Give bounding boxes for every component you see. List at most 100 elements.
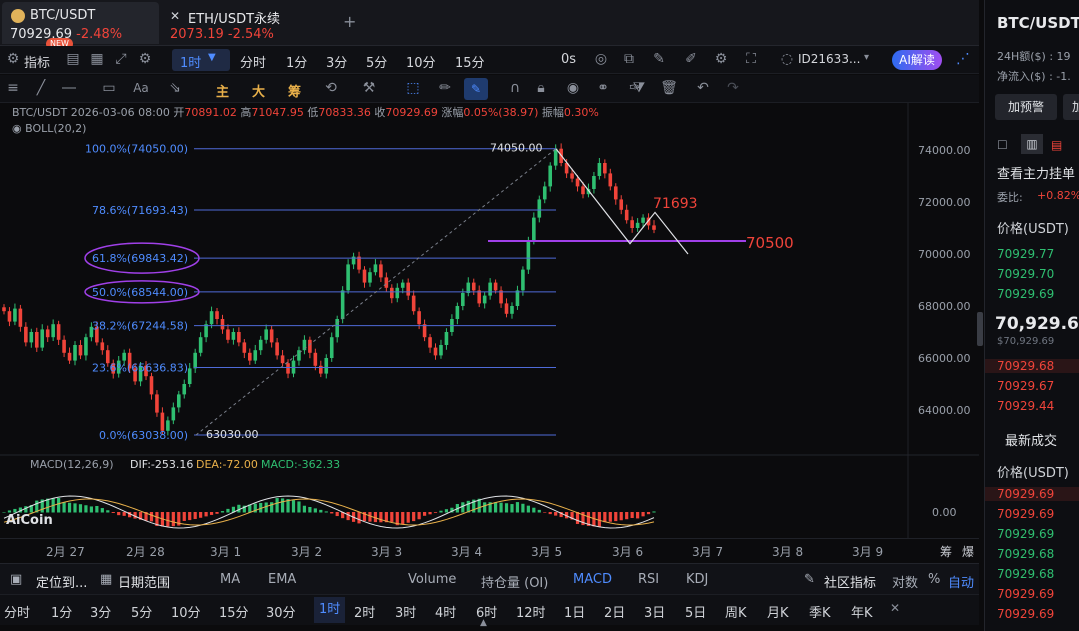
settings-icon[interactable]: ⚙	[712, 50, 730, 68]
arrow-tool-icon[interactable]: ⇘	[166, 79, 184, 97]
timeframe-option[interactable]: 5日	[685, 602, 706, 621]
bid-row[interactable]: 70929.44	[997, 399, 1054, 413]
timeframe-option[interactable]: 分时	[4, 602, 30, 621]
list-icon[interactable]: ≡	[4, 79, 22, 97]
ask-row[interactable]: 70929.77	[997, 247, 1054, 261]
ask-row[interactable]: 70929.70	[997, 267, 1054, 281]
auto-scale-toggle[interactable]: 自动	[948, 572, 974, 591]
text-tool-icon[interactable]: Aa	[132, 79, 150, 97]
timeframe-option[interactable]: 10分	[171, 602, 201, 621]
interval-select[interactable]: 1时 ▼	[172, 49, 230, 71]
sub-ind-oi[interactable]: 持仓量 (OI)	[481, 572, 548, 591]
axis-tool-button[interactable]: 筹	[940, 543, 952, 560]
timeframe-option[interactable]: 1日	[564, 602, 585, 621]
add-button[interactable]: 加	[1063, 94, 1079, 120]
horizontal-line-icon[interactable]: ―	[60, 79, 78, 97]
camera-icon[interactable]: ◎	[592, 50, 610, 68]
timeframe-option[interactable]: 30分	[266, 602, 296, 621]
sub-ind-kdj[interactable]: KDJ	[686, 572, 708, 587]
community-icon[interactable]: ✎	[804, 572, 815, 587]
interval-option[interactable]: 3分	[326, 52, 347, 71]
eye-icon[interactable]: ◉	[564, 79, 582, 97]
layout-icon[interactable]: ▤	[64, 50, 82, 68]
collapse-handle-icon[interactable]: ▲	[480, 618, 494, 628]
signal-icon[interactable]: ⟲	[322, 79, 340, 97]
share-image-icon[interactable]: ⧉	[620, 50, 638, 68]
chevron-down-icon[interactable]: ▾	[864, 52, 869, 63]
main-ind-ma[interactable]: MA	[220, 572, 240, 587]
chips-button[interactable]: 筹	[288, 81, 301, 100]
close-icon[interactable]: ✕	[890, 601, 900, 615]
timeframe-option[interactable]: 15分	[219, 602, 249, 621]
timeframe-option[interactable]: 月K	[767, 602, 789, 621]
brush-icon[interactable]: ✐	[682, 50, 700, 68]
indicator-icon[interactable]: ⚙	[4, 50, 22, 68]
interval-option[interactable]: 0s	[561, 52, 576, 67]
trade-row[interactable]: 70929.69	[997, 527, 1054, 541]
main-force-button[interactable]: 主	[216, 81, 229, 100]
timeframe-option[interactable]: 3时	[395, 602, 416, 621]
orderbook-title[interactable]: 查看主力挂单	[997, 163, 1075, 182]
magnet-icon[interactable]: ∩	[506, 79, 524, 97]
add-alert-button[interactable]: 加预警	[995, 94, 1057, 120]
fullscreen-icon[interactable]: ⛶	[742, 50, 760, 68]
lock-icon[interactable]: 🔒︎	[532, 79, 550, 97]
account-id[interactable]: ID21633...	[798, 52, 860, 66]
timeframe-option[interactable]: 12时	[516, 602, 546, 621]
ask-row[interactable]: 70929.69	[997, 287, 1054, 301]
expand-icon[interactable]: ⤢	[112, 50, 130, 68]
undo-icon[interactable]: ↶	[694, 79, 712, 97]
bid-row[interactable]: 70929.68	[985, 359, 1079, 373]
timeframe-option[interactable]: 5分	[131, 602, 152, 621]
interval-option[interactable]: 1分	[286, 52, 307, 71]
trade-row[interactable]: 70929.69	[997, 607, 1054, 621]
locate-icon[interactable]: ▣	[10, 572, 22, 587]
sell-layout-icon[interactable]: ▤	[1051, 138, 1062, 152]
panel-resize-handle[interactable]	[977, 312, 983, 346]
large-order-button[interactable]: 大	[252, 81, 265, 100]
indicators-button[interactable]: 指标	[24, 52, 50, 71]
sub-ind-macd[interactable]: MACD	[573, 572, 612, 587]
cursor-icon[interactable]: ⬚	[404, 79, 422, 97]
settings-icon[interactable]: ⚙	[136, 50, 154, 68]
add-tab-icon[interactable]: +	[343, 12, 356, 31]
bid-row[interactable]: 70929.67	[997, 379, 1054, 393]
date-range-button[interactable]: 日期范围	[118, 572, 170, 591]
timeframe-option[interactable]: 2时	[354, 602, 375, 621]
tool-icon[interactable]: ⚒	[360, 79, 378, 97]
log-scale-toggle[interactable]: 对数	[892, 572, 918, 591]
trade-row[interactable]: 70929.68	[997, 567, 1054, 581]
timeframe-option[interactable]: 1时	[314, 597, 346, 623]
ai-analysis-button[interactable]: AI解读	[892, 50, 942, 70]
timeframe-option[interactable]: 3分	[90, 602, 111, 621]
timeframe-option[interactable]: 1分	[51, 602, 72, 621]
tab-eth-usdt[interactable]: ✕ ETH/USDT永续 2073.19 -2.54%	[166, 2, 326, 44]
trash-icon[interactable]: 🗑︎	[660, 79, 678, 97]
draw-tool-active[interactable]: ✎	[464, 78, 488, 100]
trade-row[interactable]: 70929.68	[997, 547, 1054, 561]
community-indicators[interactable]: 社区指标	[824, 572, 876, 591]
trade-row[interactable]: 70929.69	[997, 587, 1054, 601]
timeframe-option[interactable]: 3日	[644, 602, 665, 621]
timeframe-option[interactable]: 季K	[809, 602, 831, 621]
interval-option[interactable]: 10分	[406, 52, 436, 71]
sub-ind-rsi[interactable]: RSI	[638, 572, 659, 587]
close-icon[interactable]: ✕	[170, 9, 180, 23]
sub-ind-volume[interactable]: Volume	[408, 572, 456, 587]
interval-option[interactable]: 分时	[240, 52, 266, 71]
filter-icon[interactable]: ⧩	[630, 79, 648, 97]
grid-icon[interactable]: ▦	[88, 50, 106, 68]
percent-toggle[interactable]: %	[928, 572, 940, 587]
pen-icon[interactable]: ✎	[650, 50, 668, 68]
candlestick-chart[interactable]: BTC/USDT 2026-03-06 08:00 开70891.02 高710…	[0, 103, 979, 538]
link-icon[interactable]: ⚭	[594, 79, 612, 97]
share-icon[interactable]: ⋰	[954, 50, 972, 68]
ruler-icon[interactable]: ✏	[436, 79, 454, 97]
trade-row[interactable]: 70929.69	[997, 507, 1054, 521]
layout-icon[interactable]: ☐	[997, 138, 1008, 152]
main-ind-ema[interactable]: EMA	[268, 572, 296, 587]
account-icon[interactable]: ◌	[778, 50, 796, 68]
timeframe-option[interactable]: 4时	[435, 602, 456, 621]
orderbook-layout-icon[interactable]: ▥	[1021, 134, 1043, 154]
timeframe-option[interactable]: 周K	[725, 602, 747, 621]
